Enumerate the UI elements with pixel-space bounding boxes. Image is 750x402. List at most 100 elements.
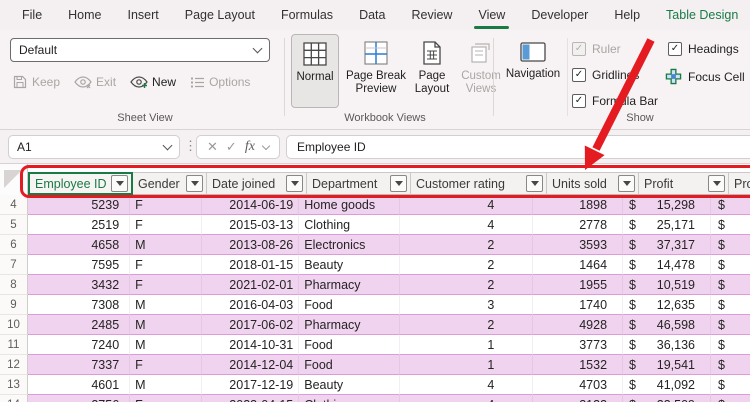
cell-date-joined[interactable]: 2023-04-15 <box>202 395 299 402</box>
page-break-preview-button[interactable]: Page Break Preview <box>344 34 408 96</box>
gridlines-checkbox[interactable]: ✓ Gridlines <box>572 68 639 82</box>
cell-employee-id[interactable]: 4601 <box>28 375 130 395</box>
row-number[interactable]: 14 <box>0 395 28 402</box>
tab-help[interactable]: Help <box>614 8 640 22</box>
tab-data[interactable]: Data <box>359 8 385 22</box>
cell-profit[interactable]: $ 19,541 <box>623 355 711 375</box>
cell-employee-id[interactable]: 2485 <box>28 315 130 335</box>
cell-department[interactable]: Clothing <box>299 215 400 235</box>
row-number[interactable]: 7 <box>0 255 28 275</box>
cell-customer-rating[interactable]: 2 <box>400 315 533 335</box>
cell-units-sold[interactable]: 3593 <box>533 235 623 255</box>
cell-clipped[interactable]: $ <box>711 375 750 395</box>
cell-customer-rating[interactable]: 3 <box>400 295 533 315</box>
tab-review[interactable]: Review <box>411 8 452 22</box>
cell-clipped[interactable]: $ <box>711 355 750 375</box>
focus-cell-button[interactable]: Focus Cell <box>665 68 745 85</box>
cell-gender[interactable]: F <box>130 195 202 215</box>
cell-profit[interactable]: $ 10,519 <box>623 275 711 295</box>
select-all-corner[interactable] <box>0 164 28 195</box>
cell-date-joined[interactable]: 2014-10-31 <box>202 335 299 355</box>
cell-profit[interactable]: $ 36,136 <box>623 335 711 355</box>
cell-department[interactable]: Food <box>299 335 400 355</box>
tab-file[interactable]: File <box>22 8 42 22</box>
row-number[interactable]: 6 <box>0 235 28 255</box>
row-number[interactable]: 4 <box>0 195 28 215</box>
cell-units-sold[interactable]: 2778 <box>533 215 623 235</box>
keep-button[interactable]: Keep <box>12 74 60 90</box>
cell-employee-id[interactable]: 4658 <box>28 235 130 255</box>
cell-profit[interactable]: $ 15,298 <box>623 195 711 215</box>
header-profit[interactable]: Profit <box>639 172 729 195</box>
cell-units-sold[interactable]: 4928 <box>533 315 623 335</box>
insert-function-button[interactable]: fx <box>245 139 255 155</box>
cell-profit[interactable]: $ 12,635 <box>623 295 711 315</box>
cell-clipped[interactable]: $ <box>711 295 750 315</box>
exit-button[interactable]: Exit <box>74 75 116 89</box>
cell-clipped[interactable]: $ <box>711 315 750 335</box>
header-date-joined[interactable]: Date joined <box>207 172 307 195</box>
tab-table-design[interactable]: Table Design <box>666 8 738 22</box>
navigation-button[interactable]: Navigation <box>502 34 564 81</box>
header-customer-rating[interactable]: Customer rating <box>411 172 547 195</box>
cell-units-sold[interactable]: 1740 <box>533 295 623 315</box>
cell-profit[interactable]: $ 46,598 <box>623 315 711 335</box>
cell-department[interactable]: Pharmacy <box>299 275 400 295</box>
header-clipped[interactable]: Pro <box>729 172 750 195</box>
row-number[interactable]: 10 <box>0 315 28 335</box>
cell-date-joined[interactable]: 2013-08-26 <box>202 235 299 255</box>
filter-button[interactable] <box>526 175 543 192</box>
tab-page-layout[interactable]: Page Layout <box>185 8 255 22</box>
cell-profit[interactable]: $ 14,478 <box>623 255 711 275</box>
cell-department[interactable]: Beauty <box>299 375 400 395</box>
cell-units-sold[interactable]: 1955 <box>533 275 623 295</box>
filter-button[interactable] <box>111 175 128 192</box>
cell-profit[interactable]: $ 37,317 <box>623 235 711 255</box>
header-employee-id[interactable]: Employee ID <box>28 172 133 195</box>
row-number[interactable]: 5 <box>0 215 28 235</box>
cell-department[interactable]: Clothing <box>299 395 400 402</box>
cell-gender[interactable]: F <box>130 395 202 402</box>
new-sheet-view-button[interactable]: New <box>130 75 176 89</box>
cell-gender[interactable]: M <box>130 315 202 335</box>
cell-units-sold[interactable]: 3773 <box>533 335 623 355</box>
cell-gender[interactable]: F <box>130 215 202 235</box>
cell-units-sold[interactable]: 1898 <box>533 195 623 215</box>
cell-profit[interactable]: $ 23,509 <box>623 395 711 402</box>
row-number[interactable]: 8 <box>0 275 28 295</box>
header-units-sold[interactable]: Units sold <box>547 172 639 195</box>
filter-button[interactable] <box>286 175 303 192</box>
page-layout-button[interactable]: Page Layout <box>409 34 455 96</box>
cell-department[interactable]: Home goods <box>299 195 400 215</box>
cell-gender[interactable]: F <box>130 275 202 295</box>
filter-button[interactable] <box>186 175 203 192</box>
cell-clipped[interactable]: $ <box>711 215 750 235</box>
row-number[interactable]: 9 <box>0 295 28 315</box>
row-number[interactable]: 12 <box>0 355 28 375</box>
cell-department[interactable]: Electronics <box>299 235 400 255</box>
tab-home[interactable]: Home <box>68 8 101 22</box>
cell-employee-id[interactable]: 3432 <box>28 275 130 295</box>
cell-employee-id[interactable]: 7595 <box>28 255 130 275</box>
cell-customer-rating[interactable]: 2 <box>400 255 533 275</box>
normal-view-button[interactable]: Normal <box>291 34 339 108</box>
cell-date-joined[interactable]: 2016-04-03 <box>202 295 299 315</box>
cell-customer-rating[interactable]: 4 <box>400 215 533 235</box>
cell-employee-id[interactable]: 2756 <box>28 395 130 402</box>
cell-date-joined[interactable]: 2021-02-01 <box>202 275 299 295</box>
cell-customer-rating[interactable]: 2 <box>400 275 533 295</box>
cell-gender[interactable]: M <box>130 295 202 315</box>
cell-units-sold[interactable]: 1464 <box>533 255 623 275</box>
cell-customer-rating[interactable]: 4 <box>400 375 533 395</box>
tab-insert[interactable]: Insert <box>128 8 159 22</box>
tab-formulas[interactable]: Formulas <box>281 8 333 22</box>
tab-developer[interactable]: Developer <box>531 8 588 22</box>
header-department[interactable]: Department <box>307 172 411 195</box>
cell-department[interactable]: Pharmacy <box>299 315 400 335</box>
row-number[interactable]: 11 <box>0 335 28 355</box>
cell-date-joined[interactable]: 2014-06-19 <box>202 195 299 215</box>
cell-clipped[interactable]: $ <box>711 235 750 255</box>
row-number[interactable]: 13 <box>0 375 28 395</box>
headings-checkbox[interactable]: ✓ Headings <box>668 42 739 56</box>
cell-employee-id[interactable]: 7337 <box>28 355 130 375</box>
